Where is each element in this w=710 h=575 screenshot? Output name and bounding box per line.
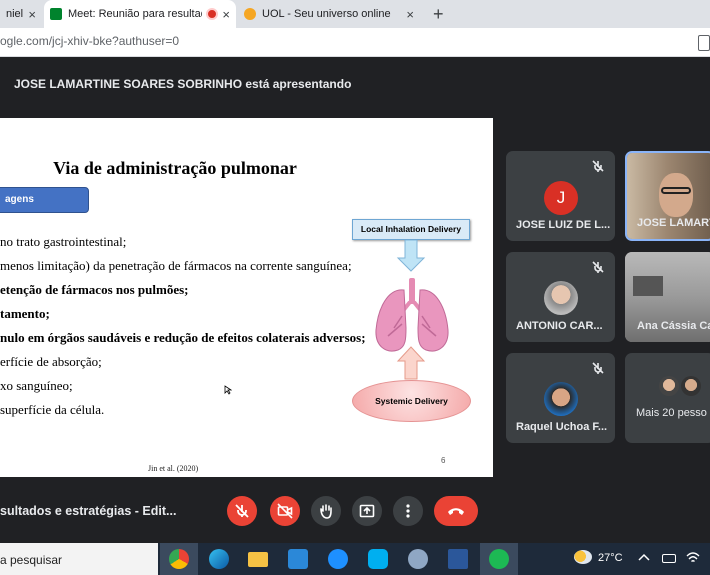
file-explorer-icon[interactable] <box>248 552 268 567</box>
avatar <box>544 281 578 315</box>
avatar-initial: J <box>556 188 566 207</box>
systemic-delivery-label: Systemic Delivery <box>352 380 471 422</box>
more-participants-tile[interactable]: Mais 20 pesso <box>625 353 710 443</box>
arrow-up-icon <box>396 346 426 380</box>
slide-bullet: menos limitação) da penetração de fármac… <box>0 258 352 273</box>
temperature-label: 27°C <box>598 552 623 564</box>
more-options-button[interactable] <box>393 496 423 526</box>
avatar <box>544 382 578 416</box>
battery-icon[interactable] <box>662 554 676 563</box>
taskbar-search-placeholder: a pesquisar <box>0 553 63 567</box>
participant-name: Ana Cássia Ca <box>637 320 710 332</box>
uol-icon <box>244 8 256 20</box>
presenting-banner: JOSE LAMARTINE SOARES SOBRINHO está apre… <box>14 77 352 91</box>
tab-meet[interactable]: Meet: Reunião para resultado × <box>44 0 236 28</box>
participant-video <box>633 276 663 296</box>
close-icon[interactable]: × <box>406 7 414 22</box>
slide-section-pill: agens <box>0 187 89 213</box>
mic-off-icon <box>591 159 605 178</box>
participant-name: Raquel Uchoa F... <box>516 421 608 433</box>
participant-name: ANTONIO CAR... <box>516 320 603 332</box>
hang-up-icon <box>448 508 464 515</box>
edge-icon[interactable] <box>209 549 229 569</box>
hand-icon <box>320 504 332 519</box>
chrome-icon[interactable] <box>169 549 189 569</box>
slide-bullet: no trato gastrointestinal; <box>0 234 127 249</box>
more-participants-label: Mais 20 pesso <box>636 407 707 419</box>
close-icon[interactable]: × <box>28 7 36 22</box>
participant-tile[interactable]: Ana Cássia Ca <box>625 252 710 342</box>
slide-bullet: superfície da célula. <box>0 402 105 417</box>
wifi-icon[interactable] <box>686 551 700 565</box>
slide-bullet: etenção de fármacos nos pulmões; <box>0 282 189 297</box>
present-screen-button[interactable] <box>352 496 382 526</box>
mic-toggle-button[interactable] <box>227 496 257 526</box>
avatar <box>659 376 679 396</box>
participant-name: JOSE LAMART <box>637 217 710 229</box>
slide-page-number: 6 <box>441 456 446 465</box>
extension-icon[interactable] <box>698 35 710 51</box>
slide-bullet: erfície de absorção; <box>0 354 102 369</box>
safari-icon[interactable] <box>328 549 348 569</box>
word-icon[interactable] <box>448 549 468 569</box>
participant-tile[interactable]: Raquel Uchoa F... <box>506 353 615 443</box>
url-text[interactable]: ogle.com/jcj-xhiv-bke?authuser=0 <box>0 34 179 48</box>
close-icon[interactable]: × <box>222 7 230 22</box>
meeting-title: sultados e estratégias - Edit... <box>0 504 177 518</box>
raise-hand-button[interactable] <box>311 496 341 526</box>
presentation-slide: Via de administração pulmonar agens no t… <box>0 118 493 477</box>
store-icon[interactable] <box>288 549 308 569</box>
arrow-down-icon <box>396 240 426 272</box>
glasses-icon <box>661 187 691 194</box>
camera-toggle-button[interactable] <box>270 496 300 526</box>
taskbar-search[interactable]: a pesquisar <box>0 543 158 575</box>
mic-off-icon <box>591 260 605 279</box>
slide-bullet: xo sanguíneo; <box>0 378 73 393</box>
avatar <box>681 376 701 396</box>
new-tab-button[interactable]: + <box>433 4 444 25</box>
slide-citation: Jin et al. (2020) <box>148 464 199 473</box>
meet-icon <box>50 8 62 20</box>
mic-off-icon <box>235 504 249 518</box>
tab-previous[interactable]: niel × <box>0 0 42 28</box>
slide-bullet: nulo em órgãos saudáveis e redução de ef… <box>0 330 366 345</box>
local-delivery-label: Local Inhalation Delivery <box>352 219 470 240</box>
recording-icon <box>206 8 219 20</box>
tab-label: UOL - Seu universo online <box>262 8 391 20</box>
mic-off-icon <box>591 361 605 380</box>
participant-tile[interactable]: ANTONIO CAR... <box>506 252 615 342</box>
paint-icon[interactable] <box>408 549 428 569</box>
spotify-icon[interactable] <box>489 549 509 569</box>
slide-bullet: tamento; <box>0 306 50 321</box>
chevron-up-icon[interactable] <box>638 553 650 561</box>
skype-icon[interactable] <box>368 549 388 569</box>
tab-uol[interactable]: UOL - Seu universo online × <box>238 0 420 28</box>
participant-tile[interactable]: J JOSE LUIZ DE L... <box>506 151 615 241</box>
tab-label: Meet: Reunião para resultado <box>68 8 203 20</box>
slide-title: Via de administração pulmonar <box>53 158 297 178</box>
tab-label: niel <box>6 8 24 20</box>
weather-icon[interactable] <box>574 550 592 564</box>
participant-name: JOSE LUIZ DE L... <box>516 219 611 231</box>
avatar: J <box>544 181 578 215</box>
camera-off-icon <box>277 503 293 519</box>
present-icon <box>359 504 375 518</box>
address-bar[interactable]: ogle.com/jcj-xhiv-bke?authuser=0 <box>0 28 710 57</box>
more-vert-icon <box>406 504 410 518</box>
leave-call-button[interactable] <box>434 496 478 526</box>
participant-face <box>659 173 693 217</box>
participant-tile-presenter[interactable]: JOSE LAMART <box>625 151 710 241</box>
mouse-cursor-icon <box>224 385 232 395</box>
info-icon[interactable] <box>702 498 708 522</box>
